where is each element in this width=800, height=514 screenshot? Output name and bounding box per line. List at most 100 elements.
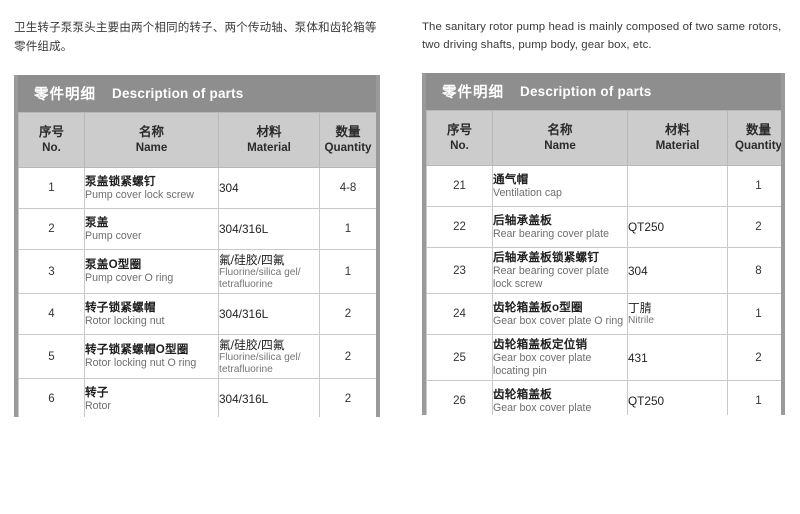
cell-name: 转子锁紧螺帽 Rotor locking nut xyxy=(84,293,219,335)
cell-material-cn: 304/316L xyxy=(219,222,269,236)
cell-name-en: Rear bearing cover plate xyxy=(493,227,610,240)
table-row: 25 齿轮箱盖板定位销 Gear box cover plate locatin… xyxy=(426,334,781,381)
intro-paragraph-chinese: 卫生转子泵泵头主要由两个相同的转子、两个传动轴、泵体和齿轮箱等零件组成。 xyxy=(14,21,377,53)
table-head-left: 序号 No. 名称 Name 材料 Material 数量 Quantity xyxy=(18,112,376,168)
cell-name: 泵盖O型圈 Pump cover O ring xyxy=(84,249,219,294)
table-title-bar-left: 零件明细 Description of parts xyxy=(18,75,376,112)
table-row: 6 转子 Rotor 304/316L 2 xyxy=(18,378,376,417)
cell-material-cn: 304 xyxy=(219,181,239,195)
cell-quantity: 1 xyxy=(727,165,781,207)
cell-material-cn: 304/316L xyxy=(219,392,269,406)
column-header-name: 名称 Name xyxy=(84,112,219,168)
cell-name-cn: 转子锁紧螺帽O型圈 xyxy=(85,343,189,357)
cell-name-cn: 齿轮箱盖板定位销 xyxy=(493,338,588,351)
cell-quantity: 2 xyxy=(319,293,376,335)
cell-quantity: 4-8 xyxy=(319,167,376,209)
parts-table-right-grid: 序号 No. 名称 Name 材料 Material 数量 Quantity 2… xyxy=(426,110,783,415)
header-material-cn: 材料 xyxy=(256,125,282,139)
cell-material-en: Fluorine/silica gel/ tetrafluorine xyxy=(219,352,301,375)
cell-material-cn: 304/316L xyxy=(219,307,269,321)
header-material-cn: 材料 xyxy=(664,123,690,137)
cell-name-cn: 后轴承盖板 xyxy=(493,213,552,227)
cell-name: 泵盖锁紧螺钉 Pump cover lock screw xyxy=(84,167,219,209)
cell-name: 齿轮箱盖板 Gear box cover plate xyxy=(492,380,628,415)
cell-name-en: Ventilation cap xyxy=(493,186,562,199)
cell-name-cn: 泵盖 xyxy=(85,215,109,229)
cell-material: QT250 xyxy=(627,206,728,248)
cell-name-cn: 后轴承盖板锁紧螺钉 xyxy=(493,251,600,264)
cell-no: 21 xyxy=(426,165,493,207)
column-header-no: 序号 No. xyxy=(426,110,493,166)
cell-material-en: Nitrile xyxy=(628,315,655,327)
cell-name-cn: 泵盖O型圈 xyxy=(85,258,142,272)
intro-paragraph-english: The sanitary rotor pump head is mainly c… xyxy=(422,21,782,51)
parts-table-right: 零件明细 Description of parts 序号 No. 名称 Name… xyxy=(422,73,785,415)
right-column: The sanitary rotor pump head is mainly c… xyxy=(400,0,800,514)
cell-name-cn: 通气帽 xyxy=(493,172,529,186)
cell-quantity: 2 xyxy=(319,378,376,417)
cell-quantity: 8 xyxy=(727,247,781,294)
cell-no: 24 xyxy=(426,293,493,335)
cell-name: 转子 Rotor xyxy=(84,378,219,417)
cell-no: 4 xyxy=(18,293,85,335)
cell-name: 齿轮箱盖板o型圈 Gear box cover plate O ring xyxy=(492,293,628,335)
column-header-material: 材料 Material xyxy=(218,112,320,168)
cell-no: 22 xyxy=(426,206,493,248)
cell-no: 26 xyxy=(426,380,493,415)
table-header-row: 序号 No. 名称 Name 材料 Material 数量 Quantity xyxy=(18,112,376,168)
cell-material: 304/316L xyxy=(218,378,320,417)
cell-name-cn: 转子 xyxy=(85,385,109,399)
table-title-chinese: 零件明细 xyxy=(34,87,96,103)
cell-material: 304/316L xyxy=(218,293,320,335)
header-quantity-en: Quantity xyxy=(734,139,783,152)
header-no-en: No. xyxy=(450,139,469,152)
table-row: 4 转子锁紧螺帽 Rotor locking nut 304/316L 2 xyxy=(18,293,376,335)
cell-name: 转子锁紧螺帽O型圈 Rotor locking nut O ring xyxy=(84,334,219,379)
cell-name: 泵盖 Pump cover xyxy=(84,208,219,250)
cell-name: 后轴承盖板锁紧螺钉 Rear bearing cover plate lock … xyxy=(492,247,628,294)
table-title-english: Description of parts xyxy=(112,86,244,101)
cell-no: 5 xyxy=(18,334,85,379)
header-name-cn: 名称 xyxy=(138,125,164,139)
column-header-quantity: 数量 Quantity xyxy=(727,110,783,166)
table-title-english: Description of parts xyxy=(520,84,652,99)
column-header-quantity: 数量 Quantity xyxy=(319,112,376,168)
cell-name-cn: 齿轮箱盖板 xyxy=(493,387,552,401)
table-header-row: 序号 No. 名称 Name 材料 Material 数量 Quantity xyxy=(426,110,783,166)
cell-material-cn: 304 xyxy=(628,263,648,278)
header-material-en: Material xyxy=(655,139,700,152)
header-name-cn: 名称 xyxy=(547,123,573,137)
table-row: 22 后轴承盖板 Rear bearing cover plate QT250 … xyxy=(426,206,781,248)
table-row: 3 泵盖O型圈 Pump cover O ring 氟/硅胶/四氟 Fluori… xyxy=(18,249,376,294)
header-quantity-en: Quantity xyxy=(324,141,372,154)
column-header-name: 名称 Name xyxy=(492,110,628,166)
left-column: 卫生转子泵泵头主要由两个相同的转子、两个传动轴、泵体和齿轮箱等零件组成。 零件明… xyxy=(0,0,400,514)
header-no-cn: 序号 xyxy=(38,125,64,139)
parts-description-page: 卫生转子泵泵头主要由两个相同的转子、两个传动轴、泵体和齿轮箱等零件组成。 零件明… xyxy=(0,0,800,514)
header-quantity-cn: 数量 xyxy=(745,123,771,137)
cell-name: 齿轮箱盖板定位销 Gear box cover plate locating p… xyxy=(492,334,628,381)
cell-name-cn: 齿轮箱盖板o型圈 xyxy=(493,300,583,314)
column-header-material: 材料 Material xyxy=(627,110,728,166)
table-title-bar-right: 零件明细 Description of parts xyxy=(426,73,781,110)
cell-material: QT250 xyxy=(627,380,728,415)
cell-material-cn: QT250 xyxy=(628,394,665,408)
cell-no: 3 xyxy=(18,249,85,294)
cell-material-en: Fluorine/silica gel/ tetrafluorine xyxy=(219,267,301,290)
cell-name-en: Pump cover O ring xyxy=(85,272,174,285)
cell-material-cn: 氟/硅胶/四氟 xyxy=(219,338,285,352)
cell-quantity: 2 xyxy=(727,334,781,381)
cell-quantity: 2 xyxy=(727,206,781,248)
cell-name-en: Gear box cover plate locating pin xyxy=(493,352,592,377)
parts-table-left: 零件明细 Description of parts 序号 No. 名称 Name… xyxy=(14,75,380,417)
cell-no: 25 xyxy=(426,334,493,381)
cell-quantity: 1 xyxy=(319,208,376,250)
header-quantity-cn: 数量 xyxy=(335,125,361,139)
cell-material xyxy=(627,165,728,207)
header-name-en: Name xyxy=(135,141,168,154)
cell-material: 氟/硅胶/四氟 Fluorine/silica gel/ tetrafluori… xyxy=(218,334,320,379)
cell-name-en: Rotor locking nut O ring xyxy=(85,357,197,370)
table-row: 24 齿轮箱盖板o型圈 Gear box cover plate O ring … xyxy=(426,293,781,335)
table-row: 2 泵盖 Pump cover 304/316L 1 xyxy=(18,208,376,250)
cell-material-cn: 431 xyxy=(628,350,648,365)
